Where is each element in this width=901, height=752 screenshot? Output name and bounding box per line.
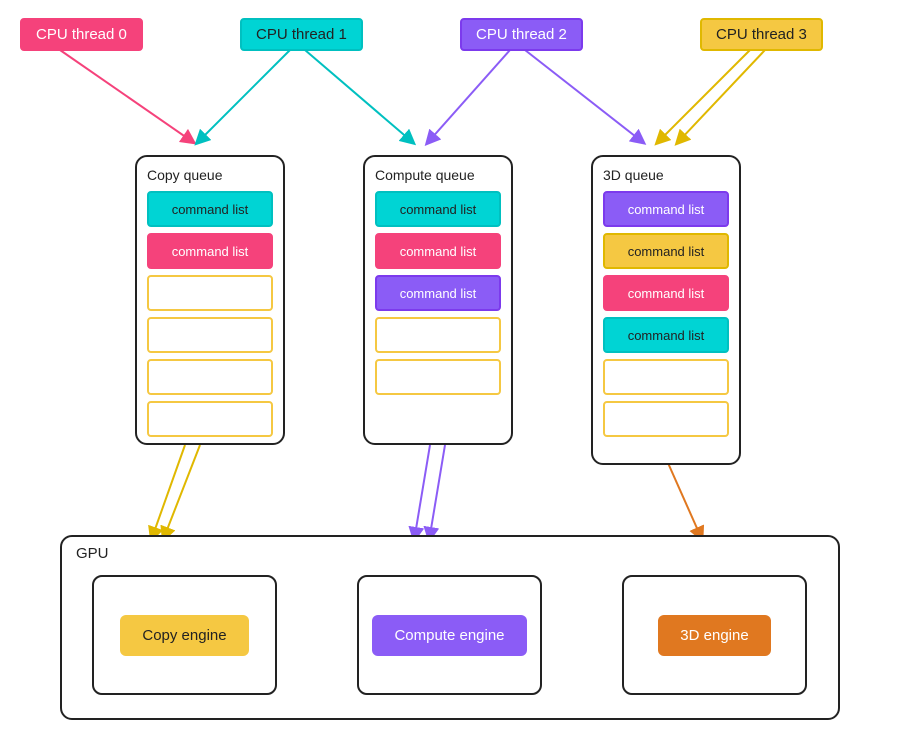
3d-engine-box: 3D engine: [622, 575, 807, 695]
cmd-item: command list: [375, 233, 501, 269]
cmd-item: command list: [603, 191, 729, 227]
cpu-thread-0: CPU thread 0: [20, 18, 143, 51]
cmd-item: command list: [147, 191, 273, 227]
cmd-item-empty: [147, 317, 273, 353]
cmd-item: command list: [603, 233, 729, 269]
cmd-item-empty: [147, 401, 273, 437]
compute-queue-title: Compute queue: [375, 167, 501, 183]
cmd-item: command list: [375, 275, 501, 311]
cmd-item: command list: [603, 275, 729, 311]
cmd-item-empty: [375, 317, 501, 353]
cpu-thread-1: CPU thread 1: [240, 18, 363, 51]
gpu-box: GPU Copy engine Compute engine 3D engine: [60, 535, 840, 720]
cmd-item-empty: [375, 359, 501, 395]
cmd-item-empty: [603, 359, 729, 395]
cmd-item: command list: [603, 317, 729, 353]
diagram: CPU thread 0 CPU thread 1 CPU thread 2 C…: [0, 0, 901, 752]
copy-engine-label: Copy engine: [120, 615, 248, 656]
compute-engine-label: Compute engine: [372, 615, 526, 656]
3d-engine-label: 3D engine: [658, 615, 770, 656]
cpu-thread-2: CPU thread 2: [460, 18, 583, 51]
cmd-item: command list: [147, 233, 273, 269]
copy-queue-title: Copy queue: [147, 167, 273, 183]
3d-queue-title: 3D queue: [603, 167, 729, 183]
compute-queue: Compute queue command list command list …: [363, 155, 513, 445]
copy-engine-box: Copy engine: [92, 575, 277, 695]
cmd-item: command list: [375, 191, 501, 227]
cmd-item-empty: [147, 359, 273, 395]
copy-queue: Copy queue command list command list: [135, 155, 285, 445]
cmd-item-empty: [603, 401, 729, 437]
cmd-item-empty: [147, 275, 273, 311]
cpu-thread-3: CPU thread 3: [700, 18, 823, 51]
compute-engine-box: Compute engine: [357, 575, 542, 695]
gpu-label: GPU: [76, 545, 109, 562]
3d-queue: 3D queue command list command list comma…: [591, 155, 741, 465]
